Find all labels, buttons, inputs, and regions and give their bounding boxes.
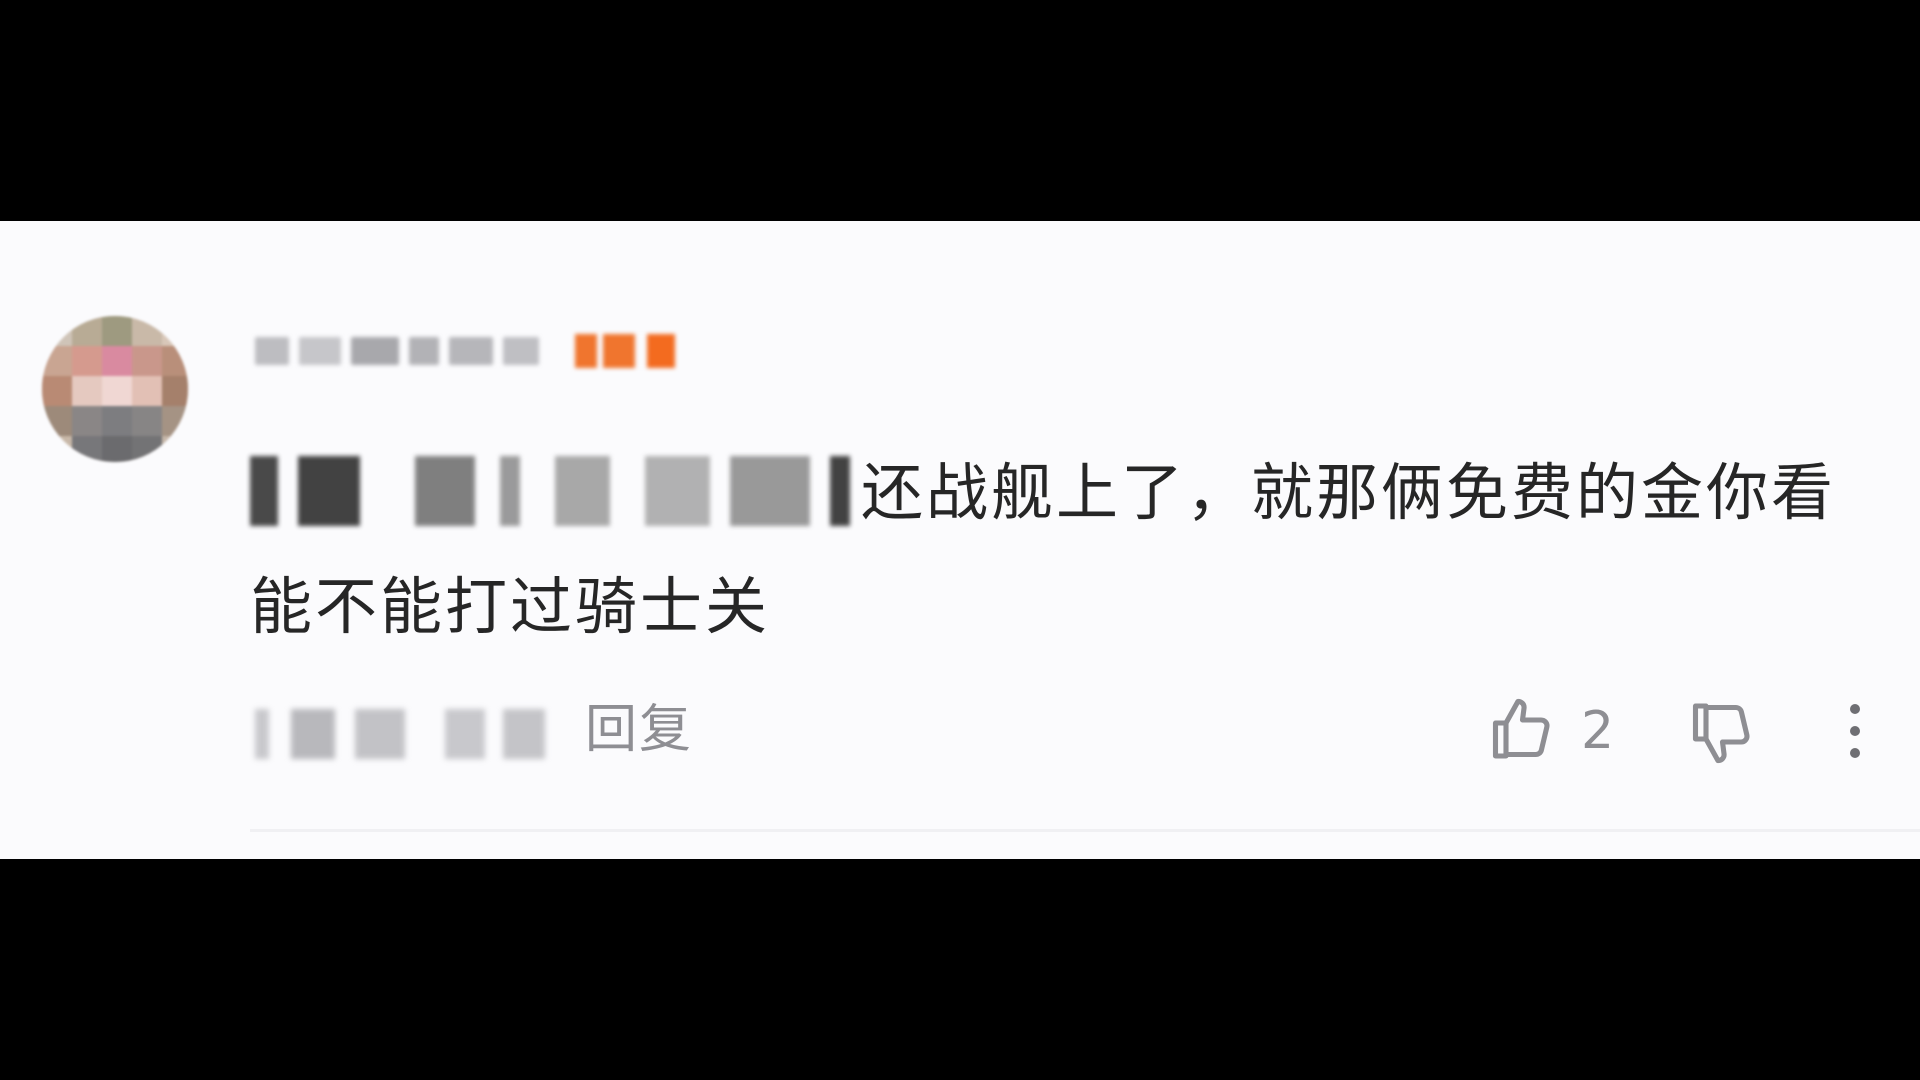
comment-card: 还战舰上了，就那俩免费的金你看能不能打过骑士关 回复 2 <box>0 221 1920 859</box>
reply-button[interactable]: 回复 <box>585 695 693 765</box>
avatar[interactable] <box>42 316 188 462</box>
thumbs-up-icon <box>1485 693 1557 769</box>
like-count: 2 <box>1581 701 1615 761</box>
comment-body: 还战舰上了，就那俩免费的金你看能不能打过骑士关 <box>250 436 1870 664</box>
mention-obscured[interactable] <box>250 455 855 526</box>
username-obscured[interactable] <box>255 329 675 373</box>
comment-divider <box>250 829 1920 832</box>
level-badge <box>575 334 675 368</box>
like-button[interactable]: 2 <box>1485 691 1614 771</box>
thumbs-down-icon <box>1685 703 1757 773</box>
vertical-ellipsis-icon <box>1835 704 1875 767</box>
video-frame: 还战舰上了，就那俩免费的金你看能不能打过骑士关 回复 2 <box>0 0 1920 1080</box>
dislike-button[interactable] <box>1685 697 1757 773</box>
timestamp-obscured <box>255 709 545 759</box>
comment-actions: 回复 2 <box>255 691 1875 771</box>
more-options-button[interactable] <box>1835 699 1875 763</box>
